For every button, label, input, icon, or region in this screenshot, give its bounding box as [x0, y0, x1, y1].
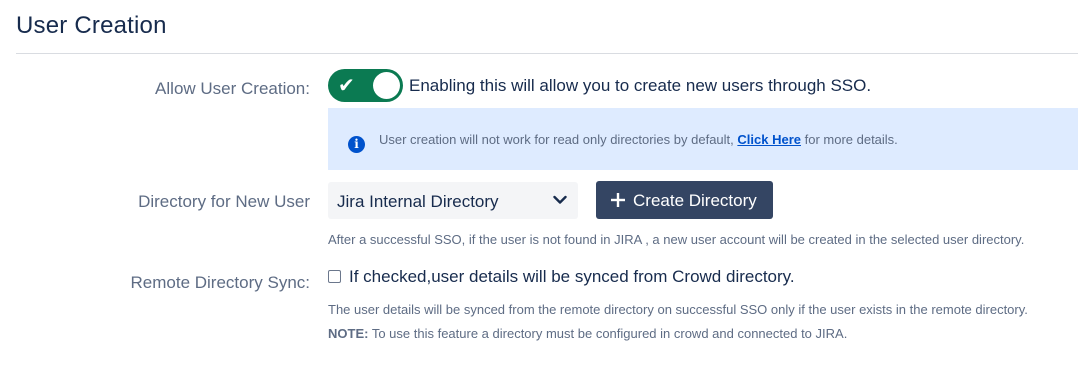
remote-directory-sync-label: Remote Directory Sync: [130, 273, 311, 292]
note-label: NOTE: [328, 326, 369, 341]
remote-sync-checkbox[interactable] [328, 270, 341, 283]
create-directory-label: Create Directory [633, 191, 757, 210]
allow-user-creation-toggle[interactable]: ✔ [328, 69, 403, 102]
info-text: User creation will not work for read onl… [379, 132, 898, 147]
directory-help-text: After a successful SSO, if the user is n… [328, 232, 1025, 247]
toggle-knob [373, 72, 400, 99]
click-here-link[interactable]: Click Here [737, 132, 801, 147]
section-title: User Creation [16, 12, 167, 39]
directory-select[interactable]: Jira Internal Directory [328, 182, 578, 219]
info-message: i User creation will not work for read o… [328, 108, 1078, 170]
info-text-after: for more details. [800, 132, 898, 147]
check-icon: ✔ [338, 73, 355, 97]
info-text-before: User creation will not work for read onl… [379, 132, 738, 147]
remote-sync-checkbox-label[interactable]: If checked,user details will be synced f… [349, 267, 795, 287]
create-directory-button[interactable]: Create Directory [596, 181, 773, 219]
directory-selected-value: Jira Internal Directory [337, 192, 499, 211]
directory-label: Directory for New User [138, 192, 310, 211]
note-text: To use this feature a directory must be … [368, 326, 848, 341]
chevron-down-icon [553, 195, 567, 204]
info-icon: i [348, 136, 365, 153]
plus-icon [611, 193, 625, 207]
remote-sync-help-text: The user details will be synced from the… [328, 302, 1028, 317]
allow-user-creation-label: Allow User Creation: [155, 79, 310, 98]
allow-user-creation-description: Enabling this will allow you to create n… [409, 76, 872, 95]
remote-sync-note: NOTE: To use this feature a directory mu… [328, 326, 847, 341]
section-divider [16, 53, 1078, 54]
